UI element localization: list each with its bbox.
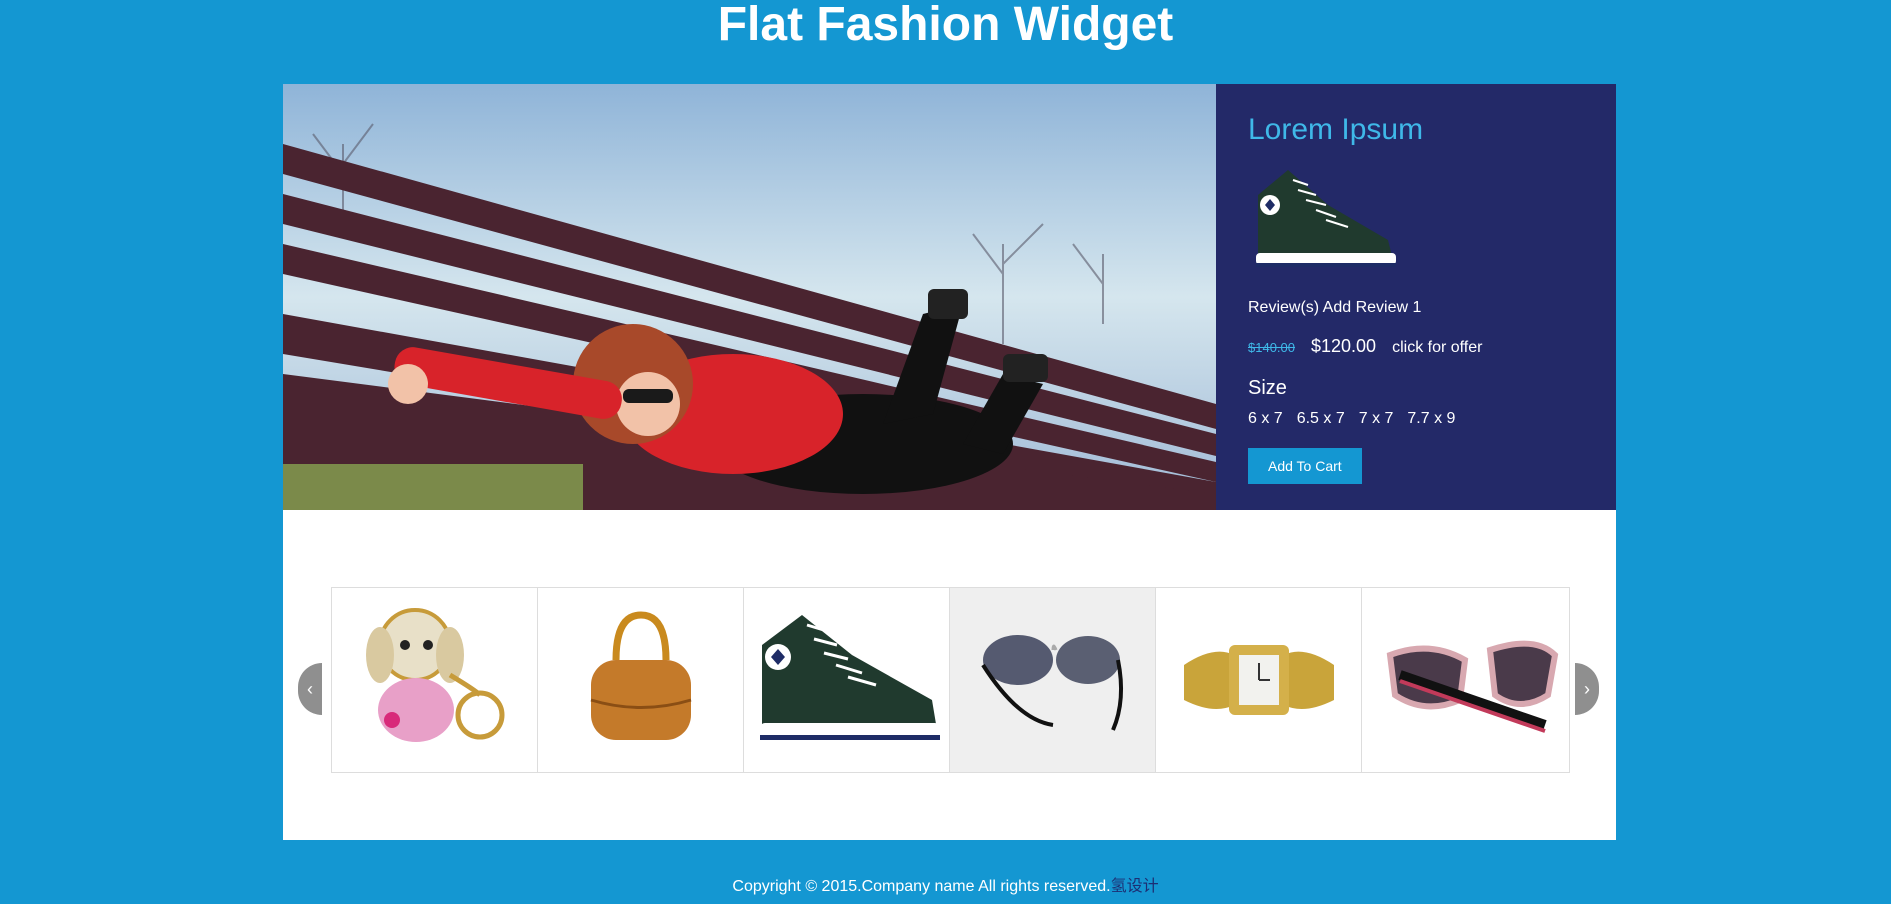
- carousel-next-button[interactable]: ›: [1575, 663, 1599, 715]
- product-details-panel: Lorem Ipsum Review(s) Add Review 1 $140.…: [1216, 84, 1616, 510]
- cat-eye-sunglasses-image: [1386, 640, 1559, 733]
- carousel-item[interactable]: [1362, 588, 1568, 772]
- product-sneaker-image: [1256, 170, 1396, 267]
- size-heading: Size: [1248, 377, 1287, 399]
- size-option[interactable]: 7.7 x 9: [1407, 410, 1455, 428]
- footer: Copyright © 2015.Company name All rights…: [0, 872, 1891, 896]
- fashion-widget: Lorem Ipsum Review(s) Add Review 1 $140.…: [283, 84, 1616, 840]
- carousel-item[interactable]: [332, 588, 538, 772]
- product-title: Lorem Ipsum: [1248, 113, 1424, 146]
- carousel-item[interactable]: [538, 588, 744, 772]
- offer-link[interactable]: click for offer: [1392, 339, 1482, 357]
- page-title: Flat Fashion Widget: [717, 0, 1174, 51]
- dog-keychain-image: [365, 608, 504, 742]
- new-price: $120.00: [1311, 336, 1377, 356]
- sunglasses-aviator-image: [980, 635, 1123, 731]
- copyright-text: Copyright © 2015.Company name All rights…: [732, 878, 1111, 895]
- price-line: $140.00 $120.00 click for offer: [1248, 336, 1584, 357]
- size-option[interactable]: 7 x 7: [1359, 410, 1394, 428]
- reviews-link[interactable]: Review(s) Add Review 1: [1248, 299, 1584, 317]
- size-option[interactable]: 6.5 x 7: [1297, 410, 1345, 428]
- size-option[interactable]: 6 x 7: [1248, 410, 1283, 428]
- carousel-item[interactable]: [950, 588, 1156, 772]
- product-carousel: [331, 587, 1570, 773]
- gold-watch-image: [1183, 645, 1334, 715]
- old-price: $140.00: [1248, 340, 1295, 355]
- add-to-cart-button[interactable]: Add To Cart: [1248, 448, 1362, 484]
- carousel-item[interactable]: [1156, 588, 1362, 772]
- sneaker-image: [759, 615, 940, 740]
- size-options: 6 x 7 6.5 x 7 7 x 7 7.7 x 9: [1248, 410, 1584, 428]
- footer-link[interactable]: 氢设计: [1111, 878, 1159, 895]
- handbag-image: [590, 611, 691, 740]
- carousel-item[interactable]: [744, 588, 950, 772]
- carousel-prev-button[interactable]: ‹: [298, 663, 322, 715]
- hero-image: [283, 84, 1216, 510]
